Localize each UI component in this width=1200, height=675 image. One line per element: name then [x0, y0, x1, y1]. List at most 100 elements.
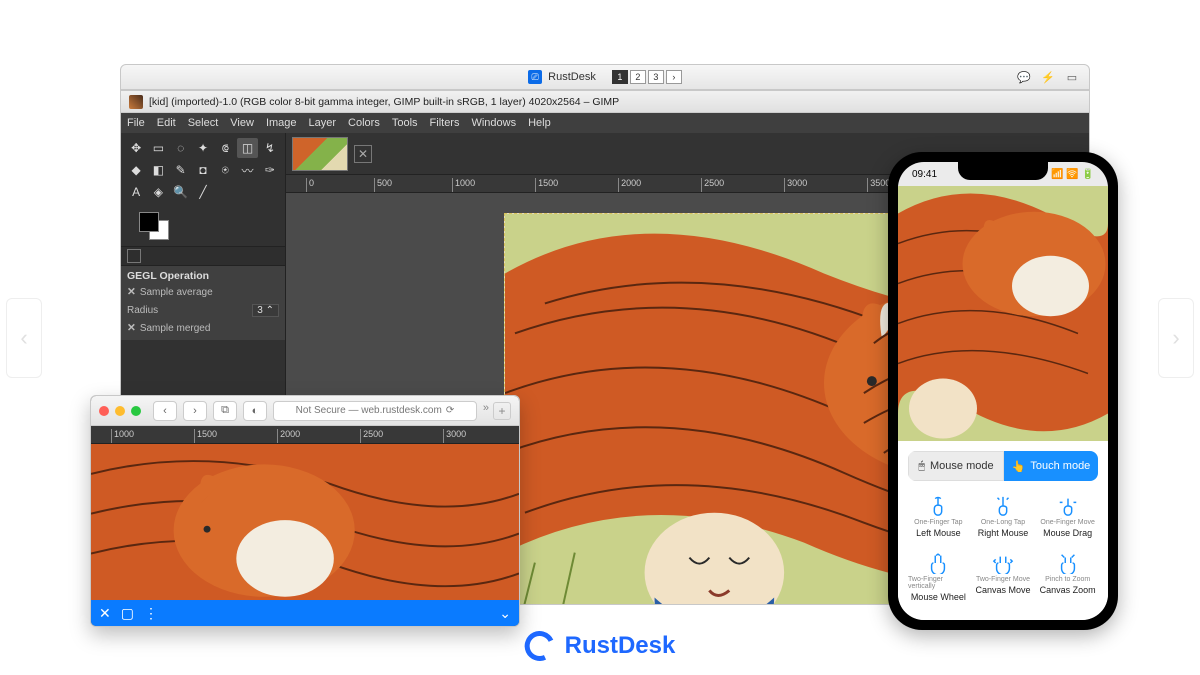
fg-bg-swatches[interactable] — [121, 207, 285, 246]
overflow-icon[interactable]: » — [483, 402, 489, 420]
more-menu-icon[interactable]: ⋮ — [144, 605, 158, 622]
nav-fwd-icon[interactable]: › — [183, 401, 207, 421]
close-icon[interactable]: ✕ — [127, 286, 136, 298]
menu-image[interactable]: Image — [266, 117, 297, 129]
gesture-mouse-wheel: Two-Finger vertically Mouse Wheel — [908, 548, 969, 606]
menu-select[interactable]: Select — [188, 117, 219, 129]
window-tabbar: ⎚ RustDesk 1 2 3 › 💬 ⚡ ▭ — [120, 64, 1090, 90]
display-icon[interactable]: ▭ — [1065, 70, 1079, 84]
chat-icon[interactable]: 💬 — [1017, 70, 1031, 84]
gesture-sub: One-Long Tap — [981, 519, 1025, 526]
tool-warp-icon[interactable]: ↯ — [260, 138, 280, 158]
menu-filters[interactable]: Filters — [430, 117, 460, 129]
close-image-icon[interactable]: ✕ — [354, 145, 372, 163]
phone-mock: 09:41 📶 🛜 🔋 — [888, 152, 1118, 630]
tool-text-icon[interactable]: A — [126, 182, 146, 202]
touch-mode-button[interactable]: 👆 Touch mode — [1004, 451, 1098, 481]
close-session-icon[interactable]: ✕ — [99, 605, 111, 622]
gesture-label: Left Mouse — [916, 528, 961, 538]
gesture-label: Mouse Wheel — [911, 592, 966, 602]
gesture-sub: Two-Finger Move — [976, 576, 1030, 583]
opt-sample-average[interactable]: Sample average — [140, 287, 213, 298]
opt-radius-value[interactable]: 3 ⌃ — [252, 304, 279, 317]
tool-clone-icon[interactable]: ⍟ — [215, 160, 235, 180]
desktop-switcher[interactable]: 1 2 3 › — [612, 70, 682, 84]
gesture-label: Canvas Zoom — [1040, 585, 1096, 595]
window-close-icon[interactable] — [99, 406, 109, 416]
ruler-mark: 500 — [374, 178, 392, 192]
tool-measure-icon[interactable]: ╱ — [193, 182, 213, 202]
reload-icon[interactable]: ⟳ — [446, 405, 454, 416]
close-icon[interactable]: ✕ — [127, 322, 136, 334]
phone-notch — [958, 162, 1048, 180]
desktop-2[interactable]: 2 — [630, 70, 646, 84]
gesture-left-mouse: One-Finger Tap Left Mouse — [908, 491, 969, 542]
gimp-menubar[interactable]: File Edit Select View Image Layer Colors… — [121, 113, 1089, 133]
chevron-down-icon[interactable]: ⌄ — [499, 605, 511, 622]
remote-canvas[interactable] — [91, 444, 519, 600]
sidebar-toggle-icon[interactable]: ⧉ — [213, 401, 237, 421]
tool-zoom-icon[interactable]: 🔍 — [171, 182, 191, 202]
new-tab-icon[interactable]: + — [493, 402, 511, 420]
tool-color-picker-icon[interactable]: ◈ — [148, 182, 168, 202]
menu-layer[interactable]: Layer — [309, 117, 337, 129]
tool-gradient-icon[interactable]: ◧ — [148, 160, 168, 180]
menu-edit[interactable]: Edit — [157, 117, 176, 129]
desktop-1[interactable]: 1 — [612, 70, 628, 84]
tool-crop-icon[interactable]: ⟃ — [215, 138, 235, 158]
tool-eraser-icon[interactable]: ◘ — [193, 160, 213, 180]
opt-sample-merged[interactable]: Sample merged — [140, 323, 211, 334]
window-minimize-icon[interactable] — [115, 406, 125, 416]
desktop-3[interactable]: 3 — [648, 70, 664, 84]
tool-pencil-icon[interactable]: ✎ — [171, 160, 191, 180]
browser-viewport[interactable]: 1000 1500 2000 2500 3000 3500 — [91, 426, 519, 600]
gesture-label: Mouse Drag — [1043, 528, 1092, 538]
fg-color-swatch[interactable] — [139, 212, 159, 232]
menu-view[interactable]: View — [230, 117, 254, 129]
ruler-mark: 3500 — [867, 178, 890, 192]
privacy-report-icon[interactable]: ◐ — [243, 401, 267, 421]
carousel-prev[interactable]: ‹ — [6, 298, 42, 378]
phone-remote-view[interactable] — [898, 186, 1108, 441]
ruler-mark: 2000 — [618, 178, 641, 192]
display-settings-icon[interactable]: ▢ — [121, 605, 134, 622]
tool-smudge-icon[interactable]: 〰 — [237, 160, 257, 180]
tool-transform-icon[interactable]: ◫ — [237, 138, 257, 158]
action-icon[interactable]: ⚡ — [1041, 70, 1055, 84]
tool-rect-select-icon[interactable]: ▭ — [148, 138, 168, 158]
menu-help[interactable]: Help — [528, 117, 551, 129]
nav-back-icon[interactable]: ‹ — [153, 401, 177, 421]
ruler-mark: 3000 — [443, 429, 466, 443]
tool-free-select-icon[interactable]: ◌ — [171, 138, 191, 158]
gimp-title-text: [kid] (imported)-1.0 (RGB color 8-bit ga… — [149, 96, 619, 108]
menu-tools[interactable]: Tools — [392, 117, 418, 129]
address-text: Not Secure — web.rustdesk.com — [296, 405, 442, 416]
gesture-sub: Two-Finger vertically — [908, 576, 969, 590]
ruler-mark: 1500 — [535, 178, 558, 192]
address-bar[interactable]: Not Secure — web.rustdesk.com ⟳ — [273, 401, 477, 421]
safari-window: ‹ › ⧉ ◐ Not Secure — web.rustdesk.com ⟳ … — [90, 395, 520, 627]
tool-bucket-icon[interactable]: ◆ — [126, 160, 146, 180]
mouse-mode-button[interactable]: 🖱 Mouse mode — [908, 451, 1004, 481]
ruler-mark: 3000 — [784, 178, 807, 192]
browser-toolbar: ‹ › ⧉ ◐ Not Secure — web.rustdesk.com ⟳ … — [91, 396, 519, 426]
window-tab-title[interactable]: RustDesk — [548, 71, 596, 83]
gesture-right-mouse: One-Long Tap Right Mouse — [973, 491, 1034, 542]
menu-windows[interactable]: Windows — [471, 117, 516, 129]
tool-move-icon[interactable]: ✥ — [126, 138, 146, 158]
carousel-next[interactable]: › — [1158, 298, 1194, 378]
ruler-mark: 1000 — [111, 429, 134, 443]
menu-colors[interactable]: Colors — [348, 117, 380, 129]
window-zoom-icon[interactable] — [131, 406, 141, 416]
gesture-label: Right Mouse — [978, 528, 1029, 538]
desktop-next-icon[interactable]: › — [666, 70, 682, 84]
tap-icon — [927, 495, 949, 517]
tool-fuzzy-select-icon[interactable]: ✦ — [193, 138, 213, 158]
touch-panel: 🖱 Mouse mode 👆 Touch mode One-Finger Tap… — [898, 441, 1108, 620]
menu-file[interactable]: File — [127, 117, 145, 129]
mode-toggle[interactable]: 🖱 Mouse mode 👆 Touch mode — [908, 451, 1098, 481]
touch-mode-label: Touch mode — [1030, 460, 1090, 472]
tool-options-panel: GEGL Operation ✕ Sample average Radius 3… — [121, 266, 285, 340]
tool-path-icon[interactable]: ✑ — [260, 160, 280, 180]
image-thumbnail[interactable] — [292, 137, 348, 171]
